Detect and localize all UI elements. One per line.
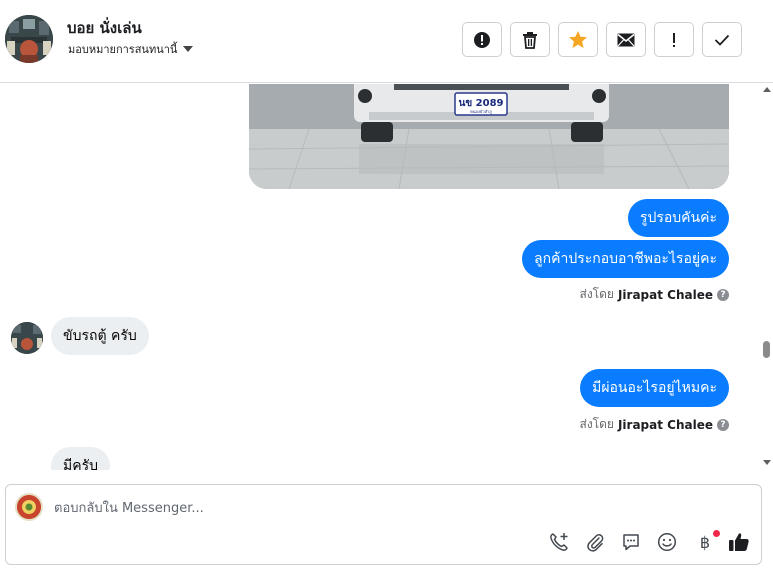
sent-by-prefix: ส่งโดย xyxy=(579,287,614,301)
emoji-button[interactable] xyxy=(654,529,680,555)
sent-by-label: ส่งโดย Jirapat Chalee ? xyxy=(579,415,729,434)
check-icon xyxy=(714,34,730,46)
car-photo-attachment[interactable]: นข 2089 หนองบัวลำภู xyxy=(249,84,729,189)
messenger-inbox-conversation: บอย นั่งเล่น มอบหมายการสนทนานี้ นข 2089 … xyxy=(0,0,773,571)
thread-scrollbar[interactable] xyxy=(760,84,773,470)
alert-icon xyxy=(474,31,490,48)
sent-by-agent: Jirapat Chalee xyxy=(617,287,713,302)
sent-by-label: ส่งโดย Jirapat Chalee ? xyxy=(579,285,729,304)
attach-button[interactable] xyxy=(582,529,608,555)
phone-add-icon xyxy=(550,533,568,551)
call-button[interactable] xyxy=(546,529,572,555)
conversation-header: บอย นั่งเล่น มอบหมายการสนทนานี้ xyxy=(0,0,773,83)
notification-dot xyxy=(713,530,720,537)
scroll-down-arrow-icon[interactable] xyxy=(763,460,771,465)
help-icon[interactable]: ? xyxy=(717,418,729,431)
message-outgoing[interactable]: รูปรอบคันค่ะ xyxy=(627,199,729,237)
trash-icon xyxy=(523,31,537,49)
envelope-icon xyxy=(617,33,635,46)
scroll-up-arrow-icon[interactable] xyxy=(763,87,771,92)
follow-up-button[interactable] xyxy=(654,22,694,57)
message-thread: นข 2089 หนองบัวลำภู รูปรอบคันค่ะ ลูกค้าป… xyxy=(0,84,760,470)
message-incoming[interactable]: มีครับ xyxy=(51,447,110,470)
saved-reply-icon xyxy=(623,534,639,551)
license-plate-number: นข 2089 xyxy=(459,98,504,109)
contact-name[interactable]: บอย นั่งเล่น xyxy=(67,16,142,40)
assign-conversation-dropdown[interactable]: มอบหมายการสนทนานี้ xyxy=(68,40,194,58)
paperclip-icon xyxy=(587,534,604,552)
scroll-thumb[interactable] xyxy=(763,341,770,358)
mark-done-button[interactable] xyxy=(702,22,742,57)
thumbs-up-icon xyxy=(729,533,749,551)
chevron-down-icon xyxy=(183,46,194,52)
like-button[interactable] xyxy=(726,529,752,555)
page-avatar xyxy=(15,493,43,521)
reply-input[interactable] xyxy=(54,497,654,519)
baht-payment-icon: ฿ xyxy=(699,532,711,552)
mark-spam-button[interactable] xyxy=(462,22,502,57)
payment-button[interactable]: ฿ xyxy=(690,529,720,555)
star-button[interactable] xyxy=(558,22,598,57)
message-outgoing[interactable]: มีผ่อนอะไรอยู่ไหมคะ xyxy=(580,369,729,407)
delete-button[interactable] xyxy=(510,22,550,57)
assign-label: มอบหมายการสนทนานี้ xyxy=(68,43,178,56)
contact-avatar-small[interactable] xyxy=(11,322,43,354)
emoji-icon xyxy=(657,532,677,552)
star-icon xyxy=(569,31,587,48)
sent-by-agent: Jirapat Chalee xyxy=(617,417,713,432)
message-incoming[interactable]: ขับรถตู้ ครับ xyxy=(51,317,149,355)
exclamation-icon xyxy=(673,32,675,47)
contact-avatar[interactable] xyxy=(5,15,53,63)
saved-replies-button[interactable] xyxy=(618,529,644,555)
sent-by-prefix: ส่งโดย xyxy=(579,417,614,431)
message-outgoing[interactable]: ลูกค้าประกอบอาชีพอะไรอยู่คะ xyxy=(522,240,729,278)
reply-composer: ฿ xyxy=(5,484,762,565)
mark-unread-button[interactable] xyxy=(606,22,646,57)
help-icon[interactable]: ? xyxy=(717,288,729,301)
